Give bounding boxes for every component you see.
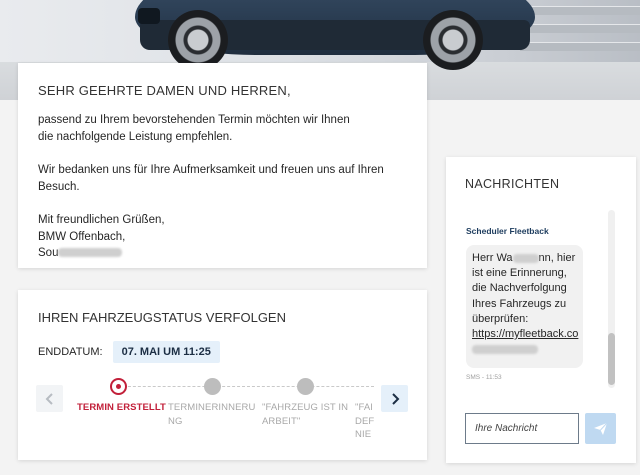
signature-line: Sou <box>38 245 407 262</box>
step-label-partial: "FAI DEF NIE <box>355 402 375 440</box>
greeting-card: SEHR GEEHRTE DAMEN UND HERREN, passend z… <box>18 63 427 268</box>
send-button[interactable] <box>585 413 616 444</box>
message-line: überprüfen: <box>472 312 529 325</box>
message-bubble: Herr Wa nn, hier ist eine Erinnerung, die… <box>466 245 583 368</box>
message-text: nn, hier <box>538 252 576 264</box>
message-link[interactable]: https://myfleetback.co <box>472 327 578 342</box>
step-node-in-work <box>297 378 314 395</box>
message-line: die Nachverfolgung <box>472 282 567 295</box>
message-sender: Scheduler Fleetback <box>466 226 549 236</box>
prev-step-button[interactable] <box>36 385 63 412</box>
next-step-button[interactable] <box>381 385 408 412</box>
message-line <box>472 342 577 357</box>
redacted-blur <box>512 253 539 263</box>
status-title: IHREN FAHRZEUGSTATUS VERFOLGEN <box>38 310 286 325</box>
hero-stair-step <box>520 24 640 33</box>
message-line: ist eine Erinnerung, <box>472 267 567 280</box>
letter-paragraph: Wir bedanken uns für Ihre Aufmerksamkeit… <box>38 164 384 193</box>
paper-plane-icon <box>594 422 607 435</box>
message-text: Herr Wa <box>472 252 513 264</box>
end-date-value: 07. MAI UM 11:25 <box>112 341 220 363</box>
hero-stair-step <box>520 42 640 51</box>
hero-car-grille <box>138 8 160 24</box>
redacted-blur <box>58 248 123 258</box>
step-node-reminder <box>204 378 221 395</box>
message-line: Ihres Fahrzeugs zu <box>472 297 567 310</box>
hero-car-wheel <box>168 10 228 70</box>
step-label-in-work: "FAHRZEUG IST IN ARBEIT" <box>262 402 349 427</box>
chevron-right-icon <box>391 392 399 405</box>
letter-paragraph: passend zu Ihrem bevorstehenden Termin m… <box>38 114 350 143</box>
hero-car-wheel <box>423 10 483 70</box>
status-timeline-track <box>118 386 374 387</box>
message-line: Herr Wa nn, hier <box>472 251 577 266</box>
end-date-label: ENDDATUM: <box>38 346 103 358</box>
end-date-row: ENDDATUM: 07. MAI UM 11:25 <box>38 341 407 363</box>
step-label-reminder: TERMINERINNERU NG <box>168 402 256 427</box>
messages-title: NACHRICHTEN <box>465 177 560 191</box>
salutation-heading: SEHR GEEHRTE DAMEN UND HERREN, <box>38 83 291 98</box>
step-label-created: TERMIN ERSTELLT <box>77 402 166 413</box>
chevron-left-icon <box>45 392 53 405</box>
message-input[interactable] <box>465 413 579 444</box>
signature-visible-text: Sou <box>38 247 59 259</box>
closing-text: Mit freundlichen Grüßen, <box>38 214 165 226</box>
message-meta: SMS - 11:53 <box>466 374 502 381</box>
messages-scrollbar-thumb[interactable] <box>608 333 615 385</box>
dealer-name: BMW Offenbach, <box>38 230 126 243</box>
redacted-blur <box>472 344 538 354</box>
step-node-created <box>110 378 127 395</box>
hero-stair-step <box>520 6 640 15</box>
